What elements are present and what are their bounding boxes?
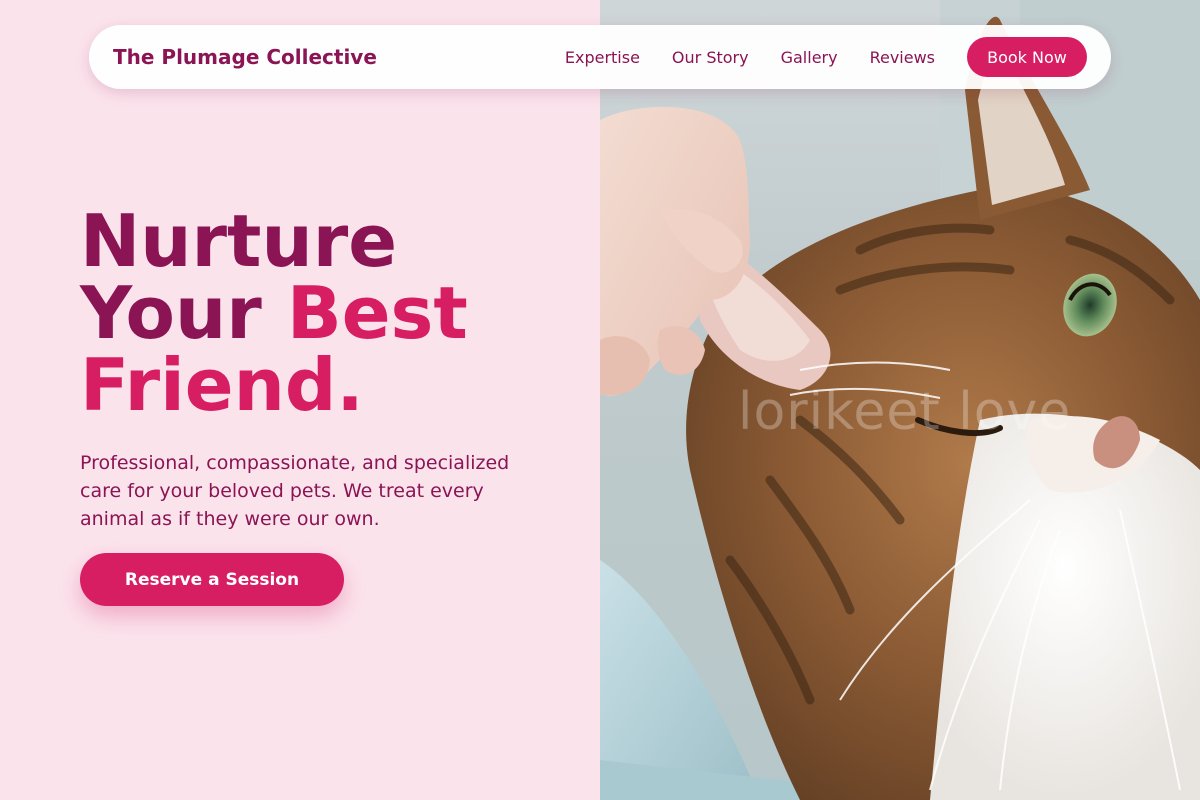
top-nav: The Plumage Collective Expertise Our Sto… [89,25,1111,89]
hero-headline: Nurture Your Best Friend. [80,205,580,421]
nav-link-our-story[interactable]: Our Story [672,48,749,67]
hero-photo: lorikeet love [600,0,1200,800]
hero-section: Nurture Your Best Friend. Professional, … [80,205,580,606]
brand-name[interactable]: The Plumage Collective [113,45,565,69]
headline-line-1: Nurture [80,199,398,283]
photo-watermark: lorikeet love [738,382,1072,442]
page: lorikeet love The Plumage Collective Exp… [0,0,1200,800]
nav-links: Expertise Our Story Gallery Reviews Book… [565,37,1087,77]
book-now-button[interactable]: Book Now [967,37,1087,77]
reserve-session-button[interactable]: Reserve a Session [80,553,344,606]
nav-link-reviews[interactable]: Reviews [870,48,935,67]
headline-line-2: Your Best [80,277,580,349]
hero-tagline: Professional, compassionate, and special… [80,452,510,530]
headline-line-3: Friend. [80,343,364,427]
nav-link-gallery[interactable]: Gallery [781,48,838,67]
nav-link-expertise[interactable]: Expertise [565,48,640,67]
